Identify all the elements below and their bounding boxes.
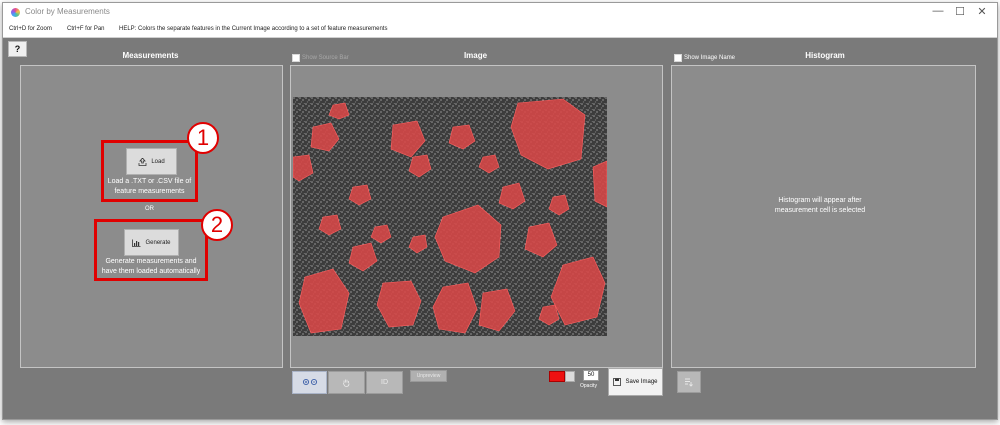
measurements-heading: Measurements (122, 51, 179, 60)
zoom-in-out-icon (302, 378, 317, 386)
generate-button[interactable]: Generate (124, 229, 179, 256)
load-button[interactable]: Load (126, 148, 177, 175)
load-desc-line-1: Load a .TXT or .CSV file of (107, 178, 192, 185)
color-picker-button[interactable] (565, 371, 575, 382)
measured-image[interactable] (293, 97, 607, 336)
zoom-tool-button[interactable] (292, 371, 327, 394)
histogram-placeholder: Histogram will appear after measurement … (720, 196, 920, 216)
load-button-label: Load (151, 158, 165, 165)
generate-desc-line-1: Generate measurements and (105, 258, 197, 265)
overlay-color-swatch[interactable] (549, 371, 565, 382)
histogram-export-button[interactable] (677, 371, 701, 393)
histogram-placeholder-line-1: Histogram will appear after (778, 197, 862, 204)
load-description: Load a .TXT or .CSV file of feature meas… (103, 177, 196, 197)
histogram-panel (671, 65, 976, 368)
maximize-button[interactable]: ☐ (951, 5, 969, 18)
app-logo-icon (11, 8, 20, 17)
window-title: Color by Measurements (25, 7, 110, 16)
callout-number-2: 2 (201, 209, 233, 241)
load-desc-line-2: feature measurements (114, 188, 185, 195)
floppy-disk-icon (613, 378, 622, 386)
save-image-label: Save Image (625, 379, 658, 385)
menu-help[interactable]: HELP: Colors the separate features in th… (119, 26, 387, 32)
minimize-button[interactable]: — (929, 5, 947, 17)
measurements-panel (20, 65, 283, 368)
generate-button-label: Generate (145, 239, 171, 246)
unpreview-button[interactable]: Unpreview (410, 370, 447, 382)
or-label: OR (145, 206, 154, 212)
hand-pan-icon (343, 379, 350, 387)
image-heading: Image (463, 51, 488, 60)
generate-desc-line-2: have them loaded automatically (101, 268, 201, 275)
histogram-placeholder-line-2: measurement cell is selected (774, 207, 866, 214)
show-image-name-label: Show Image Name (684, 55, 736, 61)
close-button[interactable]: ✕ (973, 5, 991, 18)
bar-chart-icon (132, 239, 141, 247)
show-image-name-checkbox[interactable] (674, 54, 682, 62)
export-list-icon (685, 378, 693, 387)
pan-tool-button[interactable] (328, 371, 365, 394)
image-canvas (293, 97, 607, 336)
histogram-heading: Histogram (805, 51, 845, 60)
menu-bar: Ctrl+D for Zoom Ctrl+F for Pan HELP: Col… (3, 23, 997, 38)
callout-number-1: 1 (187, 122, 219, 154)
title-bar: Color by Measurements — ☐ ✕ (3, 3, 997, 23)
opacity-label: Opacity (580, 383, 597, 389)
upload-icon (138, 157, 147, 166)
save-image-button[interactable]: Save Image (608, 368, 663, 396)
opacity-input[interactable]: 50 (583, 370, 599, 381)
id-button[interactable]: ID (366, 371, 403, 394)
generate-description: Generate measurements and have them load… (96, 257, 206, 277)
menu-pan-hint[interactable]: Ctrl+F for Pan (67, 26, 105, 32)
menu-zoom-hint[interactable]: Ctrl+D for Zoom (9, 26, 52, 32)
